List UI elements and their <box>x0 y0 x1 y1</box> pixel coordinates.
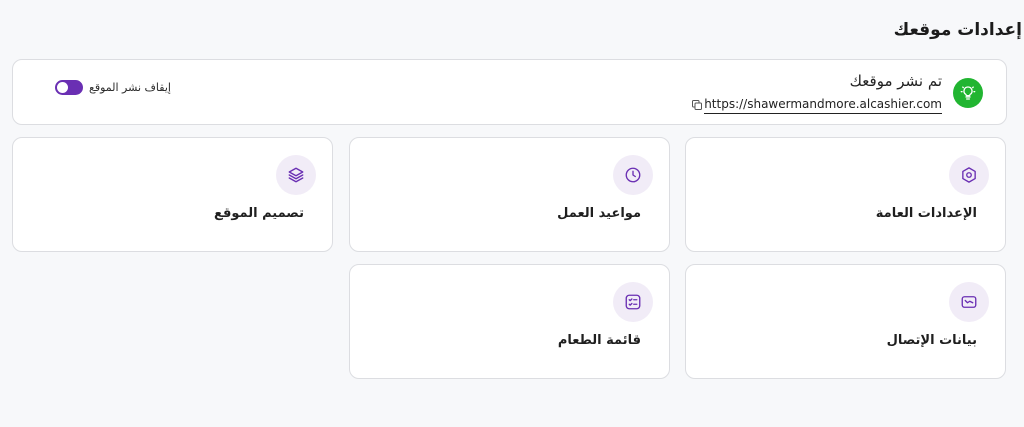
site-url-link[interactable]: https://shawermandmore.alcashier.com <box>704 97 942 114</box>
tile-label: الإعدادات العامة <box>875 206 977 221</box>
tile-site-design[interactable]: تصميم الموقع <box>12 137 333 252</box>
tile-general-settings[interactable]: الإعدادات العامة <box>685 137 1006 252</box>
tile-food-menu[interactable]: قائمة الطعام <box>349 264 670 379</box>
publish-status-card: تم نشر موقعك https://shawermandmore.alca… <box>12 59 1007 125</box>
menu-list-icon <box>613 282 653 322</box>
mail-icon <box>949 282 989 322</box>
tile-working-hours[interactable]: مواعيد العمل <box>349 137 670 252</box>
page-title: إعدادات موقعك <box>893 20 1022 40</box>
published-status-text: تم نشر موقعك <box>849 72 942 90</box>
lightbulb-icon <box>953 78 983 108</box>
tile-label: مواعيد العمل <box>557 206 641 221</box>
unpublish-toggle-group: إيقاف نشر الموقع <box>55 80 171 95</box>
copy-icon[interactable] <box>690 98 704 112</box>
unpublish-toggle[interactable] <box>55 80 83 95</box>
tile-contact-info[interactable]: بيانات الإتصال <box>685 264 1006 379</box>
settings-hexagon-icon <box>949 155 989 195</box>
tile-label: تصميم الموقع <box>213 206 304 221</box>
toggle-knob <box>57 82 68 93</box>
tile-label: قائمة الطعام <box>557 333 641 348</box>
layers-icon <box>276 155 316 195</box>
clock-icon <box>613 155 653 195</box>
unpublish-toggle-label: إيقاف نشر الموقع <box>89 81 171 94</box>
tile-label: بيانات الإتصال <box>886 333 977 348</box>
